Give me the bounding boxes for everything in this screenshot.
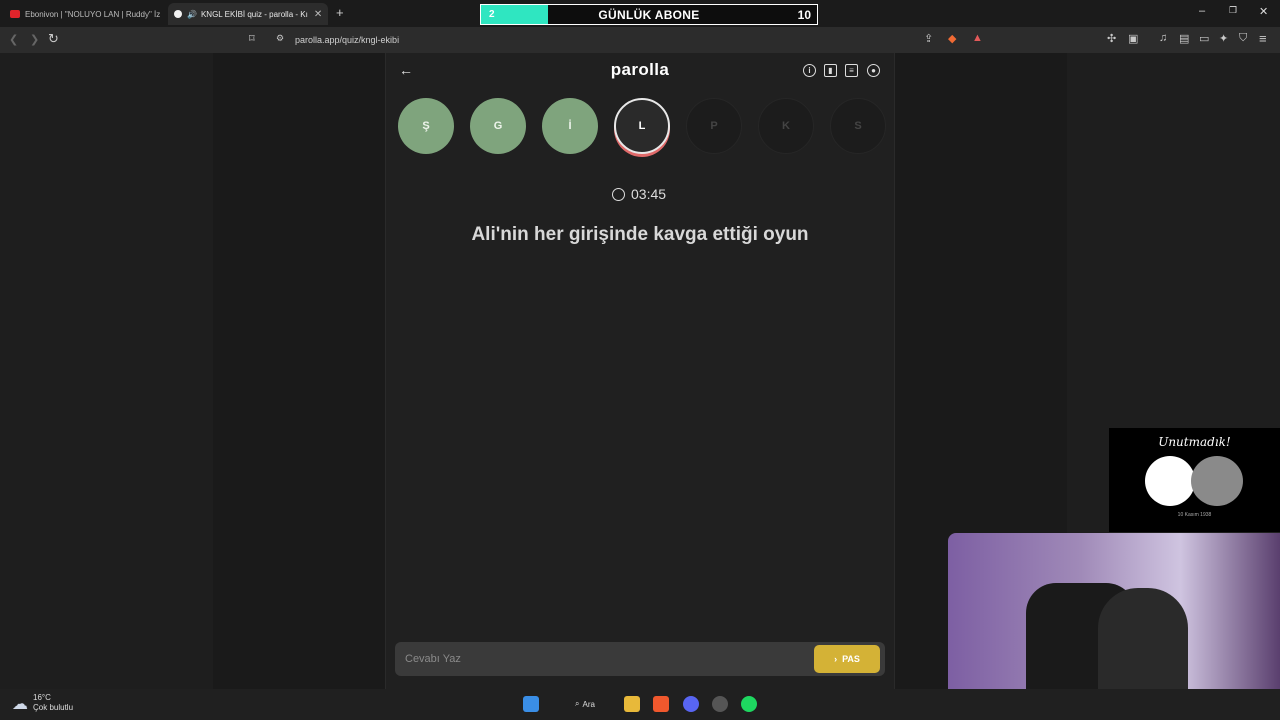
menu-icon[interactable]: ≡: [1259, 31, 1267, 46]
brave-rewards-icon[interactable]: ▲: [972, 32, 983, 44]
site-settings-icon[interactable]: ⚙: [276, 33, 284, 44]
parolla-favicon-icon: [174, 10, 182, 18]
pass-button[interactable]: › PAS: [814, 645, 880, 673]
letter-circle: K: [758, 98, 814, 154]
back-nav-icon[interactable]: ❮: [9, 33, 18, 46]
timer: 03:45: [612, 186, 666, 202]
discord-icon[interactable]: [683, 696, 699, 712]
share-icon[interactable]: ⇪: [924, 32, 933, 45]
extensions-icon[interactable]: ✣: [1107, 32, 1116, 45]
forward-nav-icon[interactable]: ❯: [30, 33, 39, 46]
maximize-button[interactable]: ❐: [1229, 5, 1237, 16]
back-arrow-icon[interactable]: ←: [399, 62, 413, 78]
media-icon[interactable]: ♫: [1159, 32, 1167, 44]
poster-date: 10 Kasım 1938: [1177, 512, 1212, 518]
address-bar[interactable]: parolla.app/quiz/kngl-ekibi: [295, 35, 399, 45]
close-window-button[interactable]: ✕: [1259, 5, 1268, 18]
vpn-icon[interactable]: ⛉: [1239, 32, 1247, 45]
weather-temp: 16°C: [33, 693, 51, 702]
letter-circle: G: [470, 98, 526, 154]
weather-widget[interactable]: 16°C Çok bulutlu: [33, 693, 73, 713]
info-icon[interactable]: i: [803, 64, 816, 77]
screenshot-icon[interactable]: ▣: [1128, 32, 1138, 45]
minimize-button[interactable]: –: [1199, 5, 1205, 17]
start-icon[interactable]: [523, 696, 539, 712]
reload-icon[interactable]: ↻: [48, 31, 59, 47]
weather-desc: Çok bulutlu: [33, 703, 74, 712]
poster-portrait-image: [1191, 456, 1243, 506]
speaker-icon: 🔊: [187, 9, 197, 19]
letter-circle: P: [686, 98, 742, 154]
sidebar-icon[interactable]: ▤: [1179, 32, 1189, 45]
search-icon: ⌕: [575, 699, 580, 708]
wallet-icon[interactable]: ▭: [1199, 32, 1209, 45]
timer-value: 03:45: [631, 186, 667, 202]
profile-icon[interactable]: ●: [867, 64, 880, 77]
chevron-right-icon: ›: [834, 654, 838, 664]
tab-ebonivon[interactable]: Ebonivon | "NOLUYO LAN | Ruddy" İz: [4, 3, 164, 25]
question-text: Ali'nin her girişinde kavga ettiği oyun: [471, 224, 809, 245]
bookmark-icon[interactable]: ⌑: [249, 32, 255, 45]
memorial-poster: Unutmadık! 10 Kasım 1938: [1109, 428, 1280, 532]
clock-icon: [612, 187, 625, 201]
new-tab-button[interactable]: +: [336, 5, 344, 20]
letter-circle: Ş: [398, 98, 454, 154]
steam-icon[interactable]: [712, 696, 728, 712]
poster-title: Unutmadık!: [1158, 435, 1231, 449]
browser-toolbar: [0, 27, 1280, 53]
pass-label: PAS: [842, 654, 860, 664]
feedback-icon[interactable]: ≡: [845, 64, 858, 77]
letter-circle: S: [830, 98, 886, 154]
spotify-icon[interactable]: [741, 696, 757, 712]
weather-cloud-icon[interactable]: ☁: [12, 694, 28, 714]
subscriber-label: GÜNLÜK ABONE: [598, 7, 700, 22]
subscriber-goal: 10: [797, 7, 811, 22]
letter-circle: L: [614, 98, 670, 154]
taskbar-search[interactable]: ⌕ Ara: [562, 695, 608, 713]
taskbar: [0, 689, 1280, 720]
answer-box: [395, 642, 885, 676]
subscriber-goal-overlay: 2 GÜNLÜK ABONE 10: [480, 4, 818, 25]
tab-title: Ebonivon | "NOLUYO LAN | Ruddy" İz: [25, 9, 161, 19]
letter-circle: İ: [542, 98, 598, 154]
tab-title: KNGL EKİBİ quiz - parolla - Kı: [200, 9, 308, 19]
brave-browser-icon[interactable]: [653, 696, 669, 712]
app-brand: parolla: [610, 60, 670, 79]
file-explorer-icon[interactable]: [624, 696, 640, 712]
stats-icon[interactable]: ▮: [824, 64, 837, 77]
close-tab-icon[interactable]: ✕: [308, 9, 322, 20]
answer-input[interactable]: [405, 650, 785, 668]
poster-record-image: [1145, 456, 1195, 506]
brave-shields-icon[interactable]: ◆: [948, 32, 956, 45]
leo-ai-icon[interactable]: ✦: [1219, 32, 1228, 45]
search-label: Ara: [582, 699, 595, 709]
youtube-icon: [10, 10, 20, 18]
tab-parolla[interactable]: 🔊 KNGL EKİBİ quiz - parolla - Kı ✕: [168, 3, 328, 25]
